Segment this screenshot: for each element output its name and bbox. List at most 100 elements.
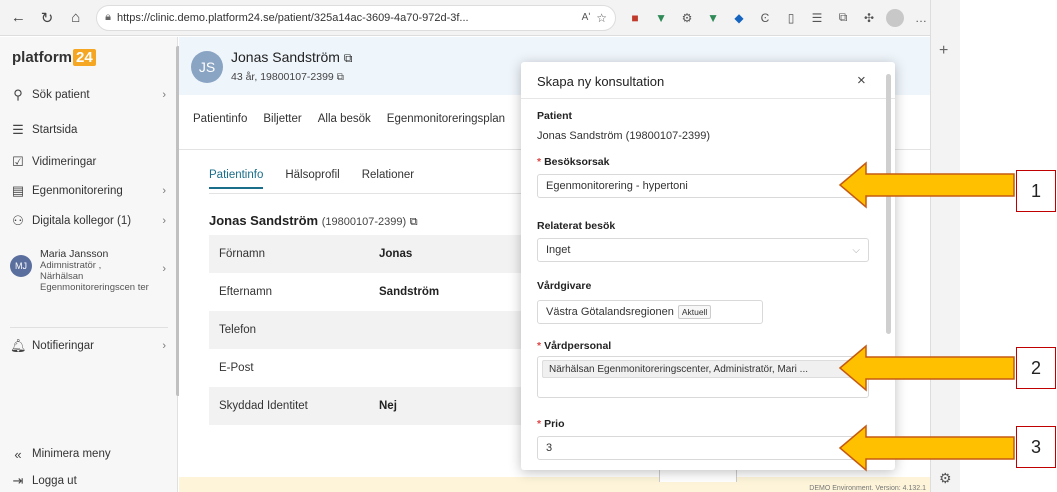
annotation-arrow-1 <box>838 161 1015 209</box>
patient-value: Jonas Sandström (19800107-2399) <box>537 130 711 142</box>
patient-tabs: Patientinfo Biljetter Alla besök Egenmon… <box>193 113 505 125</box>
patient-name: Jonas Sandström <box>231 49 340 65</box>
prio-input[interactable]: 3 <box>537 436 869 460</box>
chevron-right-icon: › <box>162 89 166 101</box>
copy-icon[interactable]: ⧉ <box>337 72 344 83</box>
minimize-menu-label: Minimera meny <box>32 448 111 460</box>
patient-info-title: Jonas Sandström (19800107-2399) ⧉ <box>209 213 418 228</box>
subtab-relationer[interactable]: Relationer <box>362 169 414 189</box>
people-icon: ⚇ <box>12 213 24 228</box>
patient-avatar: JS <box>191 51 223 83</box>
tab-biljetter[interactable]: Biljetter <box>263 113 301 125</box>
copy-icon[interactable]: ⧉ <box>344 51 353 65</box>
collections-icon[interactable]: ⧉ <box>834 9 852 27</box>
copy-icon[interactable]: ⧉ <box>410 216 418 228</box>
subtab-patientinfo[interactable]: Patientinfo <box>209 169 264 189</box>
url-text: https://clinic.demo.platform24.se/patien… <box>116 11 469 24</box>
close-icon[interactable]: × <box>857 72 866 89</box>
checkbox-icon: ☑ <box>12 154 24 169</box>
tab-egenmonitoreringsplan[interactable]: Egenmonitoreringsplan <box>387 113 505 125</box>
user-role: Adimnistratör , <box>40 260 102 271</box>
patient-meta: 43 år, 19800107-2399 <box>231 71 334 83</box>
app-sidebar: platform 24 ⚲ Sök patient › ☰ Startsida ☑… <box>0 37 178 492</box>
patient-subtabs: Patientinfo Hälsoprofil Relationer <box>209 169 414 189</box>
extensions-icon[interactable]: ✣ <box>860 9 878 27</box>
sidebar-item-search-patient[interactable]: ⚲ Sök patient › <box>10 84 170 106</box>
user-profile[interactable]: MJ Maria Jansson Adimnistratör , Närhäls… <box>10 249 170 293</box>
divider <box>521 98 895 99</box>
sidebar-item-label: Sök patient <box>32 89 90 101</box>
sidebar-item-vidimeringar[interactable]: ☑ Vidimeringar <box>10 151 170 173</box>
avatar: MJ <box>10 255 32 277</box>
extension-blue-icon[interactable]: ◆ <box>730 9 748 27</box>
modal-title: Skapa ny konsultation <box>537 74 665 89</box>
add-icon[interactable]: + <box>939 42 948 60</box>
related-visit-select[interactable]: Inget ⌵ <box>537 238 869 262</box>
annotation-arrow-3 <box>838 424 1015 472</box>
callout-3: 3 <box>1016 426 1056 468</box>
staff-multiselect[interactable]: Närhälsan Egenmonitoreringscenter, Admin… <box>537 356 869 398</box>
browser-toolbar: ← ↻ ⌂ 🔒︎ https://clinic.demo.platform24.… <box>0 0 930 36</box>
staff-label: * Vårdpersonal <box>537 340 612 352</box>
split-screen-icon[interactable]: ▯ <box>782 9 800 27</box>
back-icon[interactable]: ← <box>8 6 29 30</box>
extension-green2-icon[interactable]: ▼ <box>704 9 722 27</box>
sidebar-item-egenmonitorering[interactable]: ▤ Egenmonitorering › <box>10 180 170 202</box>
sidebar-item-label: Vidimeringar <box>32 156 97 168</box>
user-name: Maria Jansson <box>40 248 109 260</box>
reason-input[interactable]: Egenmonitorering - hypertoni <box>537 174 869 198</box>
profile-icon[interactable] <box>886 8 905 27</box>
double-chevron-left-icon: « <box>14 446 22 462</box>
minimize-menu-button[interactable]: « Minimera meny <box>10 443 170 465</box>
table-row: Efternamn Sandström <box>219 286 440 298</box>
table-row: E-Post <box>219 362 254 374</box>
table-row: Telefon <box>209 311 529 349</box>
favorite-icon[interactable]: ☆ <box>596 11 607 25</box>
chevron-right-icon: › <box>162 215 166 227</box>
chevron-right-icon: › <box>162 340 166 352</box>
tab-patientinfo[interactable]: Patientinfo <box>193 113 247 125</box>
more-menu-icon[interactable]: … <box>912 9 930 27</box>
patient-info-table: Förnamn Jonas Efternamn Sandström Telefo… <box>209 235 529 425</box>
sidebar-item-notifieringar[interactable]: 🔔︎ Notifieringar › <box>10 335 170 357</box>
sidebar-item-label: Digitala kollegor (1) <box>32 215 132 227</box>
extension-red-icon[interactable]: ■ <box>626 9 644 27</box>
refresh-icon[interactable]: ↻ <box>37 6 58 30</box>
divider <box>209 193 529 194</box>
home-icon[interactable]: ⌂ <box>65 6 86 30</box>
chevron-right-icon: › <box>162 263 166 275</box>
logout-label: Logga ut <box>32 475 77 487</box>
table-row: Skyddad Identitet Nej <box>209 387 529 425</box>
subtab-halsoprofil[interactable]: Hälsoprofil <box>285 169 339 189</box>
read-aloud-icon[interactable]: Aʹ <box>582 12 591 23</box>
sidebar-item-label: Egenmonitorering <box>32 185 123 197</box>
caregiver-label: Vårdgivare <box>537 280 592 292</box>
tab-alla-besok[interactable]: Alla besök <box>318 113 371 125</box>
sidebar-item-startsida[interactable]: ☰ Startsida <box>10 119 170 141</box>
monitor-icon: ▤ <box>11 183 25 198</box>
address-bar[interactable]: 🔒︎ https://clinic.demo.platform24.se/pat… <box>96 4 617 31</box>
logout-icon: ⇥ <box>12 473 24 488</box>
platform24-logo[interactable]: platform 24 <box>12 49 96 66</box>
list-icon: ☰ <box>12 122 24 137</box>
patient-label: Patient <box>537 110 573 122</box>
bell-icon: 🔔︎ <box>10 338 27 353</box>
version-text: DEMO Environment. Version: 4.132.1 <box>809 485 926 492</box>
chevron-down-icon: ⌵ <box>852 244 860 256</box>
hidden-button[interactable] <box>659 468 737 482</box>
extension-green-icon[interactable]: ▼ <box>652 9 670 27</box>
caregiver-field[interactable]: Västra Götalandsregionen Aktuell <box>537 300 763 324</box>
favorites-list-icon[interactable]: ☰ <box>808 9 826 27</box>
extension-c-icon[interactable]: Ͼ <box>756 9 774 27</box>
sidebar-item-digitala-kollegor[interactable]: ⚇ Digitala kollegor (1) › <box>10 210 170 232</box>
staff-chip: Närhälsan Egenmonitoreringscenter, Admin… <box>542 360 858 378</box>
sidebar-item-label: Startsida <box>32 124 78 136</box>
annotation-arrow-2 <box>838 344 1015 392</box>
search-icon: ⚲ <box>13 87 23 102</box>
lock-icon: 🔒︎ <box>105 11 111 23</box>
user-org: Närhälsan Egenmonitoreringscen ter <box>40 271 149 293</box>
divider <box>10 327 168 328</box>
extension-gear-icon[interactable]: ⚙ <box>678 9 696 27</box>
logout-button[interactable]: ⇥ Logga ut <box>10 470 170 492</box>
table-row: Förnamn Jonas <box>209 235 529 273</box>
